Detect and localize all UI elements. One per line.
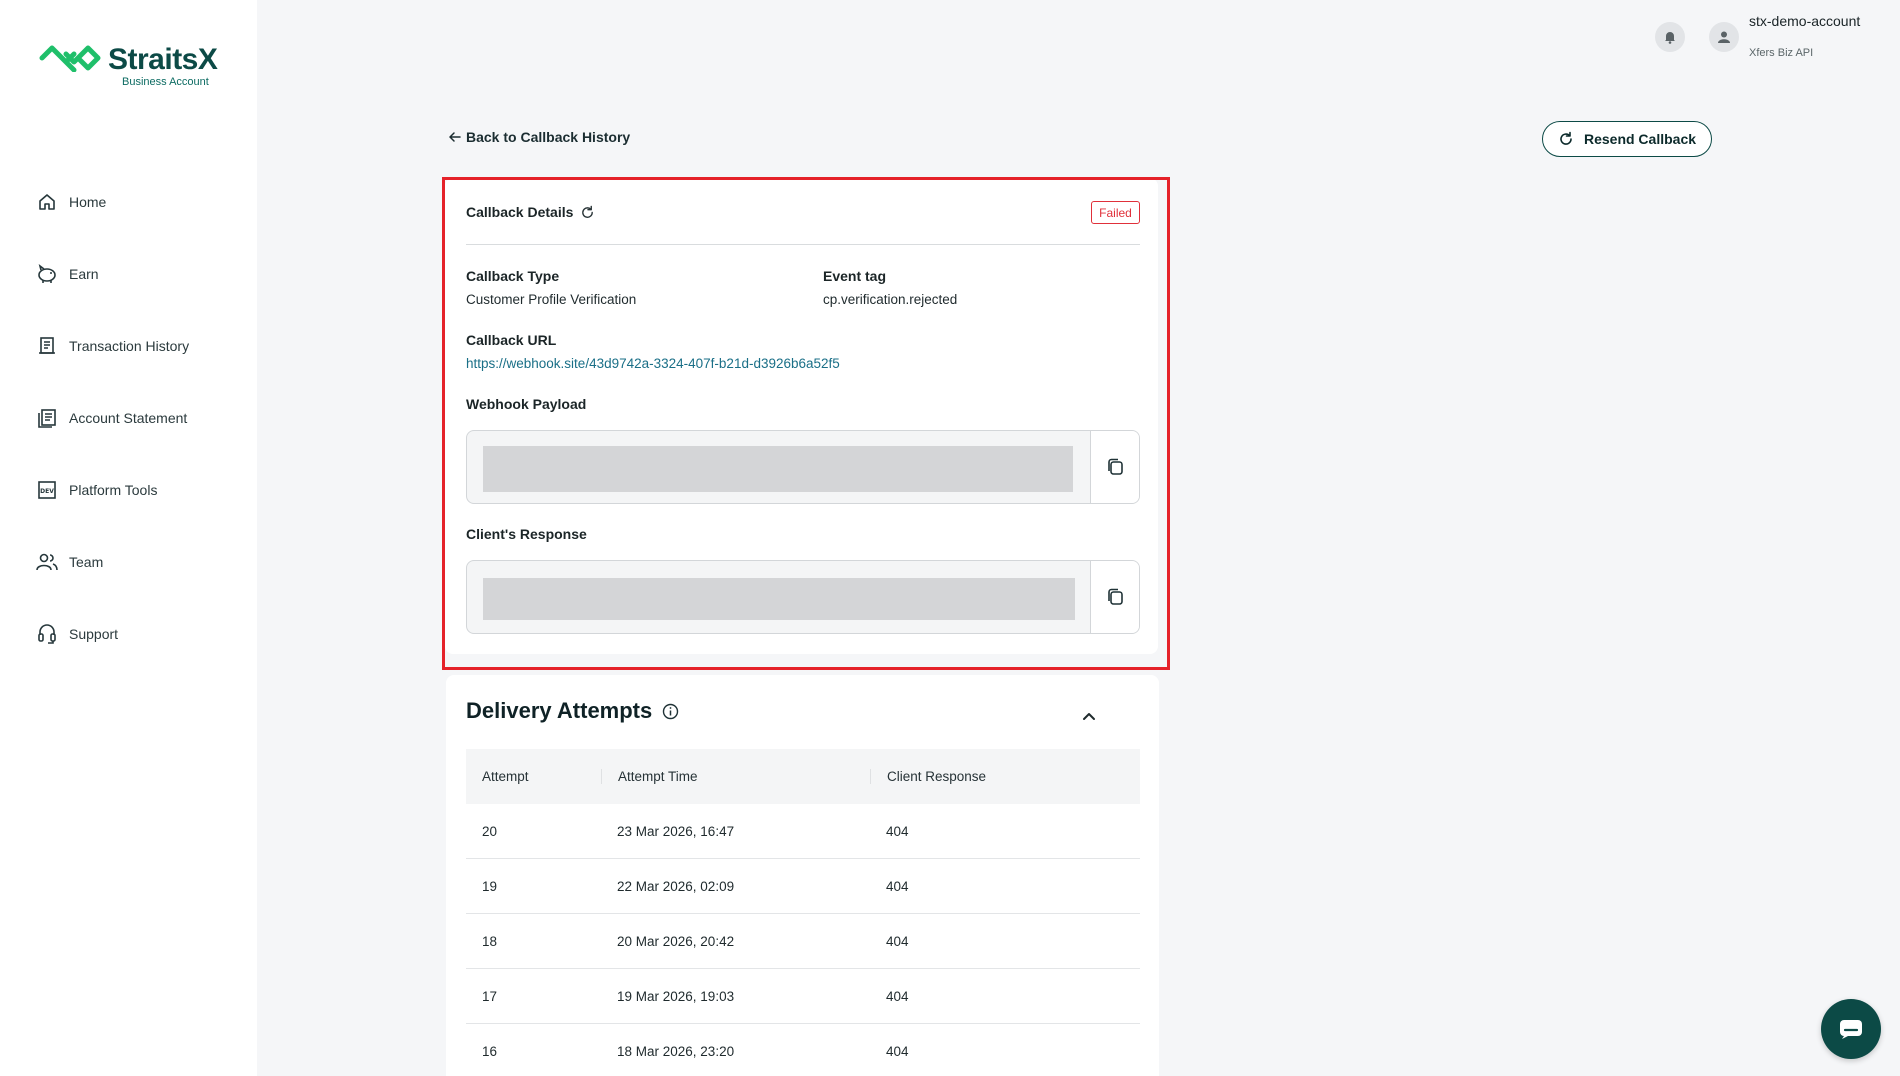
sidebar-item-team[interactable]: Team <box>36 526 189 598</box>
client-response-cell: 404 <box>886 878 909 894</box>
account-name[interactable]: stx-demo-account <box>1749 13 1860 29</box>
sidebar-item-account-statement[interactable]: Account Statement <box>36 382 189 454</box>
avatar[interactable] <box>1709 22 1739 52</box>
callback-details-card: Callback Details Failed Callback Type Cu… <box>445 178 1158 654</box>
bell-icon <box>1665 32 1675 44</box>
sidebar-item-label: Transaction History <box>69 338 190 354</box>
brand-subtitle: Business Account <box>122 76 209 88</box>
info-icon[interactable] <box>662 703 679 720</box>
collapse-button[interactable] <box>1078 705 1100 727</box>
sidebar-item-label: Platform Tools <box>69 482 158 498</box>
event-tag-value: cp.verification.rejected <box>823 292 958 307</box>
table-row: 18 20 Mar 2026, 20:42 404 <box>466 914 1140 969</box>
brand-name: StraitsX <box>108 43 218 76</box>
refresh-icon[interactable] <box>580 205 595 220</box>
copy-icon <box>1108 458 1123 475</box>
client-response-label: Client's Response <box>466 526 587 542</box>
account-subtitle: Xfers Biz API <box>1749 47 1814 59</box>
dev-tools-icon: DEV <box>36 479 58 501</box>
callback-type-label: Callback Type <box>466 268 560 284</box>
resend-callback-label: Resend Callback <box>1583 131 1697 147</box>
sidebar-item-label: Support <box>69 626 119 642</box>
webhook-payload-label: Webhook Payload <box>466 396 587 412</box>
sidebar-item-transaction-history[interactable]: Transaction History <box>36 310 189 382</box>
table-row: 17 19 Mar 2026, 19:03 404 <box>466 969 1140 1024</box>
client-response-cell: 404 <box>886 1043 909 1059</box>
receipt-icon <box>36 335 58 357</box>
piggy-bank-icon <box>36 263 58 285</box>
callback-details-title: Callback Details <box>466 204 574 220</box>
sidebar-item-home[interactable]: Home <box>36 166 189 238</box>
table-row: 19 22 Mar 2026, 02:09 404 <box>466 859 1140 914</box>
sidebar-item-label: Team <box>69 554 104 570</box>
event-tag-label: Event tag <box>823 268 887 284</box>
column-header-attempt-time: Attempt Time <box>601 769 870 784</box>
team-icon <box>36 551 58 573</box>
column-header-client-response: Client Response <box>870 769 1140 784</box>
refresh-icon <box>1560 131 1572 145</box>
callback-type-value: Customer Profile Verification <box>466 292 637 307</box>
redacted-response <box>483 578 1075 620</box>
notification-button[interactable] <box>1655 22 1685 52</box>
user-icon <box>1718 31 1730 43</box>
attempt-time-cell: 22 Mar 2026, 02:09 <box>617 878 735 894</box>
column-header-attempt: Attempt <box>482 769 529 784</box>
client-response-cell: 404 <box>886 933 909 949</box>
attempt-time-cell: 23 Mar 2026, 16:47 <box>617 823 735 839</box>
attempt-cell: 16 <box>482 1043 498 1059</box>
redacted-payload <box>483 446 1073 492</box>
straitsx-logo-icon <box>39 45 101 72</box>
home-icon <box>36 191 58 213</box>
headset-icon <box>36 623 58 645</box>
callback-url-label: Callback URL <box>466 332 557 348</box>
sidebar-item-label: Account Statement <box>69 410 188 426</box>
client-response-cell: 404 <box>886 823 909 839</box>
copy-icon <box>1108 588 1123 605</box>
back-link-label: Back to Callback History <box>466 129 631 145</box>
attempt-cell: 18 <box>482 933 498 949</box>
resend-callback-button[interactable]: Resend Callback <box>1542 121 1712 157</box>
copy-response-button[interactable] <box>1090 561 1139 633</box>
attempt-time-cell: 18 Mar 2026, 23:20 <box>617 1043 735 1059</box>
statement-icon <box>36 407 58 429</box>
attempt-cell: 17 <box>482 988 498 1004</box>
sidebar: StraitsX Business Account Home Earn Tran… <box>0 0 257 1076</box>
attempt-time-cell: 19 Mar 2026, 19:03 <box>617 988 735 1004</box>
attempt-time-cell: 20 Mar 2026, 20:42 <box>617 933 735 949</box>
chat-icon <box>1840 1020 1862 1039</box>
webhook-payload-box <box>466 430 1140 504</box>
client-response-cell: 404 <box>886 988 909 1004</box>
delivery-attempts-card: Delivery Attempts Attempt Attempt Time C… <box>446 675 1159 1076</box>
table-header: Attempt Attempt Time Client Response <box>466 749 1140 804</box>
attempt-cell: 19 <box>482 878 498 894</box>
sidebar-nav: Home Earn Transaction History Account St… <box>36 166 189 670</box>
delivery-attempts-heading: Delivery Attempts <box>466 698 679 724</box>
divider <box>466 244 1140 245</box>
chat-widget-button[interactable] <box>1821 999 1881 1059</box>
table-row: 20 23 Mar 2026, 16:47 404 <box>466 804 1140 859</box>
svg-text:DEV: DEV <box>40 488 54 495</box>
client-response-box <box>466 560 1140 634</box>
brand-logo[interactable]: StraitsX Business Account <box>38 43 218 88</box>
sidebar-item-label: Earn <box>69 266 99 282</box>
delivery-attempts-table: Attempt Attempt Time Client Response 20 … <box>466 749 1140 1076</box>
attempt-cell: 20 <box>482 823 498 839</box>
back-to-callback-history-link[interactable]: Back to Callback History <box>448 129 630 145</box>
table-row: 16 18 Mar 2026, 23:20 404 <box>466 1024 1140 1076</box>
sidebar-item-platform-tools[interactable]: DEV Platform Tools <box>36 454 189 526</box>
copy-payload-button[interactable] <box>1090 431 1139 503</box>
arrow-left-icon <box>449 132 461 142</box>
callback-url-link[interactable]: https://webhook.site/43d9742a-3324-407f-… <box>466 356 840 371</box>
chevron-up-icon <box>1083 713 1095 720</box>
sidebar-item-earn[interactable]: Earn <box>36 238 189 310</box>
status-badge: Failed <box>1091 201 1140 224</box>
callback-details-heading: Callback Details <box>466 204 595 220</box>
sidebar-item-label: Home <box>69 194 107 210</box>
delivery-attempts-title: Delivery Attempts <box>466 698 653 723</box>
sidebar-item-support[interactable]: Support <box>36 598 189 670</box>
